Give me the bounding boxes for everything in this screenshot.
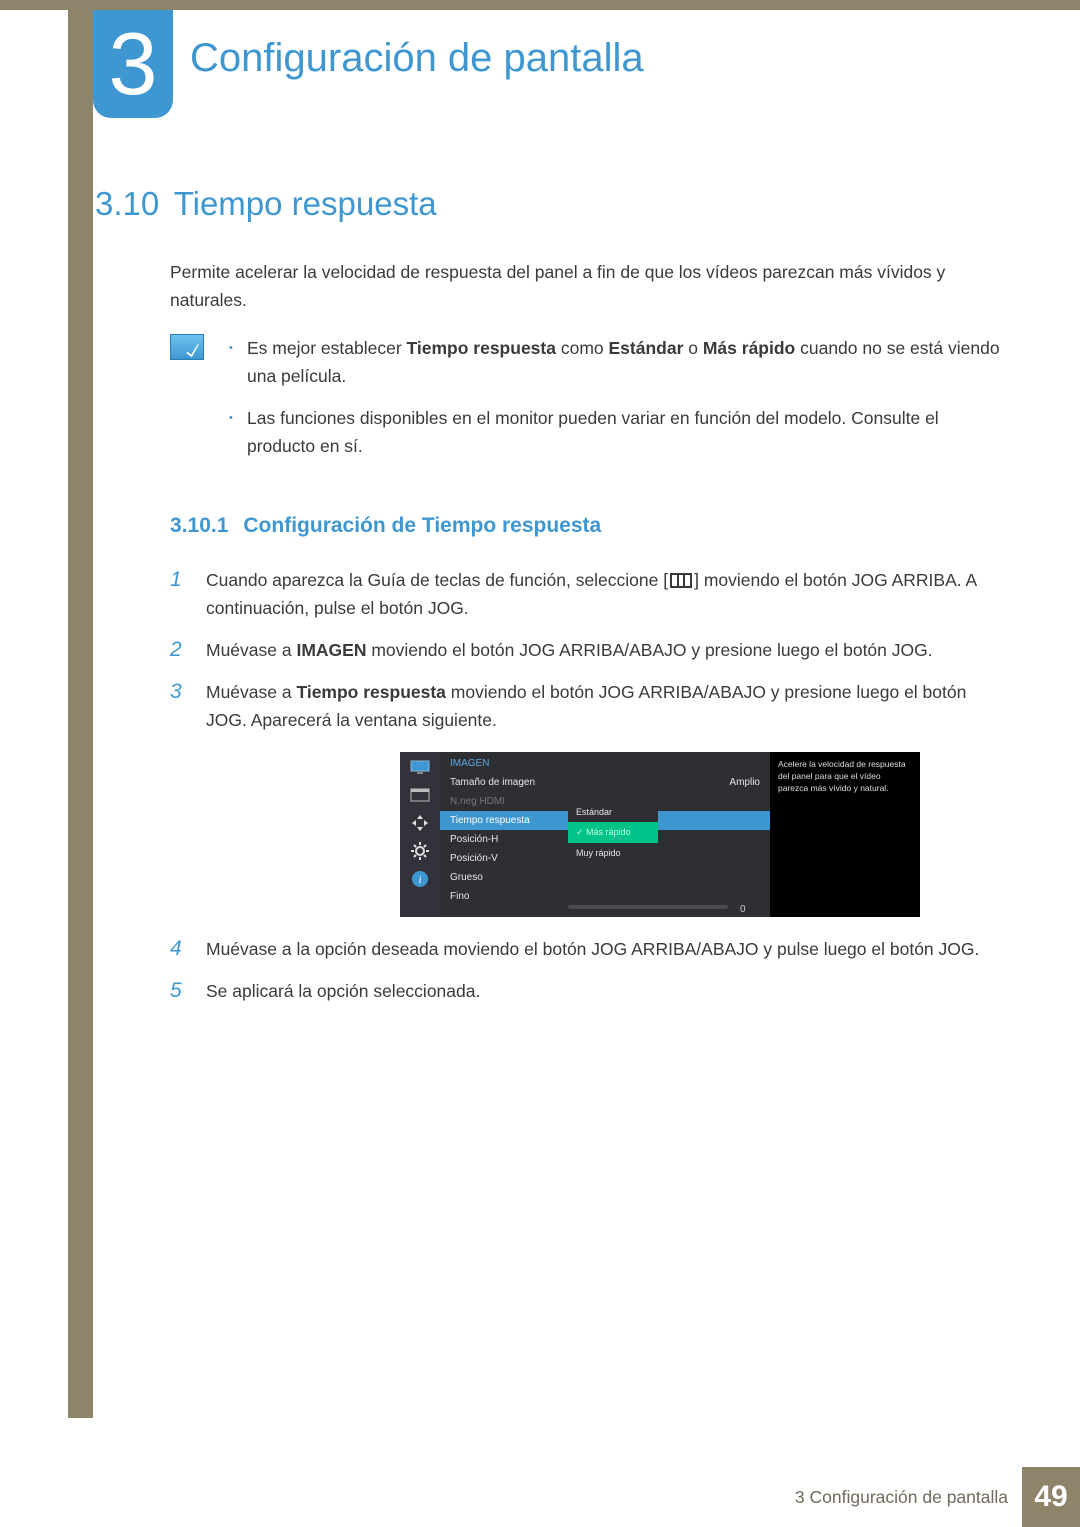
- menu-icon: [670, 573, 692, 588]
- section-heading: 3.10 Tiempo respuesta: [95, 185, 1000, 223]
- step-number: 1: [170, 566, 184, 622]
- note-item: Las funciones disponibles en el monitor …: [229, 404, 1000, 460]
- subsection-number: 3.10.1: [170, 514, 228, 537]
- monitor-icon: [409, 758, 431, 776]
- osd-help-text: Acelere la velocidad de respuesta del pa…: [770, 752, 920, 917]
- osd-header: IMAGEN: [440, 752, 770, 773]
- step-1: 1 Cuando aparezca la Guía de teclas de f…: [170, 566, 1000, 622]
- text: como: [556, 338, 609, 358]
- footer-text: 3 Configuración de pantalla: [795, 1487, 1022, 1508]
- step-number: 2: [170, 636, 184, 664]
- step-3: 3 Muévase a Tiempo respuesta moviendo el…: [170, 678, 1000, 734]
- step-text: Muévase a Tiempo respuesta moviendo el b…: [206, 678, 1000, 734]
- step-4: 4 Muévase a la opción deseada moviendo e…: [170, 935, 1000, 963]
- term: Tiempo respuesta: [407, 338, 556, 358]
- note-list: Es mejor establecer Tiempo respuesta com…: [229, 334, 1000, 474]
- image-icon: [409, 786, 431, 804]
- top-bar: [0, 0, 1080, 10]
- osd-row: Tamaño de imagen Amplio: [440, 773, 770, 792]
- gear-icon: [409, 842, 431, 860]
- steps: 1 Cuando aparezca la Guía de teclas de f…: [170, 566, 1000, 1005]
- subsection-heading: 3.10.1 Configuración de Tiempo respuesta: [170, 514, 1000, 538]
- text: Cuando aparezca la Guía de teclas de fun…: [206, 570, 668, 590]
- page-number: 49: [1022, 1467, 1080, 1527]
- osd-option-selected: Más rápido: [568, 822, 658, 843]
- chapter-number: 3: [93, 10, 173, 118]
- term: Tiempo respuesta: [296, 682, 445, 702]
- step-number: 3: [170, 678, 184, 734]
- value: Amplio: [729, 777, 760, 788]
- note-icon: [170, 334, 204, 360]
- osd-option: Estándar: [568, 802, 658, 822]
- section-intro: Permite acelerar la velocidad de respues…: [170, 258, 1000, 314]
- osd-menu: IMAGEN Tamaño de imagenAmplio N.neg HDMI…: [440, 752, 770, 917]
- osd-sidebar: i: [400, 752, 440, 917]
- footer: 3 Configuración de pantalla 49: [0, 1467, 1080, 1527]
- osd-slider-value: 0: [740, 904, 746, 915]
- osd-slider: [568, 905, 728, 909]
- arrows-icon: [409, 814, 431, 832]
- step-number: 4: [170, 935, 184, 963]
- text: o: [683, 338, 702, 358]
- term: Más rápido: [703, 338, 795, 358]
- chapter-title: Configuración de pantalla: [190, 36, 644, 81]
- text: Muévase a: [206, 682, 296, 702]
- step-2: 2 Muévase a IMAGEN moviendo el botón JOG…: [170, 636, 1000, 664]
- osd-row: Grueso: [440, 868, 770, 887]
- note-item: Es mejor establecer Tiempo respuesta com…: [229, 334, 1000, 390]
- note-block: Es mejor establecer Tiempo respuesta com…: [170, 334, 1000, 474]
- svg-text:i: i: [418, 874, 421, 886]
- label: Tamaño de imagen: [450, 777, 535, 788]
- osd-row: Fino: [440, 887, 770, 906]
- section-number: 3.10: [95, 185, 159, 222]
- term: Estándar: [609, 338, 684, 358]
- step-number: 5: [170, 977, 184, 1005]
- osd-dropdown: Estándar Más rápido Muy rápido: [568, 802, 658, 863]
- text: Muévase a: [206, 640, 296, 660]
- step-5: 5 Se aplicará la opción seleccionada.: [170, 977, 1000, 1005]
- text: Es mejor establecer: [247, 338, 407, 358]
- chapter-badge: 3: [93, 10, 173, 118]
- step-text: Se aplicará la opción seleccionada.: [206, 977, 480, 1005]
- subsection-title: Configuración de Tiempo respuesta: [243, 514, 601, 537]
- step-text: Muévase a IMAGEN moviendo el botón JOG A…: [206, 636, 933, 664]
- side-bar: [68, 10, 93, 1418]
- info-icon: i: [409, 870, 431, 888]
- term: IMAGEN: [296, 640, 366, 660]
- content: 3.10 Tiempo respuesta Permite acelerar l…: [95, 185, 1000, 1019]
- section-title: Tiempo respuesta: [174, 185, 437, 222]
- osd-option: Muy rápido: [568, 843, 658, 863]
- step-text: Cuando aparezca la Guía de teclas de fun…: [206, 566, 1000, 622]
- step-text: Muévase a la opción deseada moviendo el …: [206, 935, 979, 963]
- text: moviendo el botón JOG ARRIBA/ABAJO y pre…: [366, 640, 932, 660]
- osd-screenshot: i IMAGEN Tamaño de imagenAmplio N.neg HD…: [400, 752, 920, 917]
